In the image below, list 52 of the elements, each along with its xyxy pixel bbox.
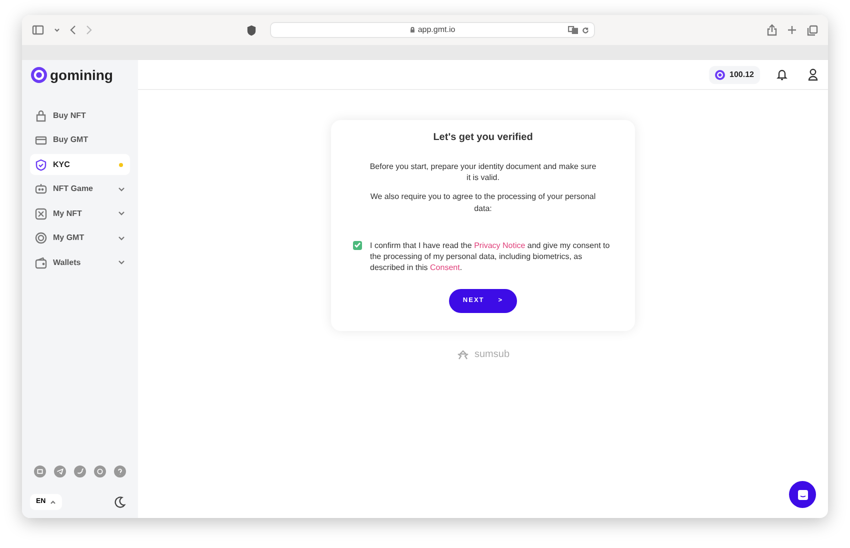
translate-icon[interactable] bbox=[568, 26, 578, 34]
plus-icon[interactable] bbox=[787, 25, 797, 35]
telegram-icon[interactable] bbox=[54, 464, 66, 478]
consent-text: I confirm that I have read the Privacy Notice and give my consent to the processing of my personal data, including biometrics, as described in this Consent. bbox=[370, 240, 611, 274]
lock-icon bbox=[410, 27, 415, 33]
chevron-icon bbox=[118, 236, 125, 240]
url-field[interactable]: app.gmt.io bbox=[270, 22, 595, 38]
chevron-icon bbox=[118, 211, 125, 216]
reload-icon[interactable] bbox=[582, 26, 589, 34]
figure-icon bbox=[456, 350, 470, 360]
bell-icon[interactable] bbox=[776, 68, 788, 81]
share-icon[interactable] bbox=[767, 24, 777, 36]
message-icon[interactable] bbox=[34, 464, 46, 478]
back-icon[interactable] bbox=[70, 25, 76, 35]
consent-checkbox[interactable] bbox=[353, 240, 362, 250]
wallet-icon bbox=[35, 256, 47, 268]
sidebar-item[interactable]: Wallets bbox=[30, 252, 130, 273]
logo-icon bbox=[31, 67, 47, 83]
coin-icon bbox=[35, 232, 47, 244]
balance-chip[interactable]: 100.12 bbox=[708, 66, 760, 84]
user-icon[interactable] bbox=[808, 68, 818, 81]
bag-icon bbox=[35, 110, 47, 122]
alert-dot bbox=[119, 162, 123, 166]
brand-text: sumsub bbox=[474, 348, 510, 362]
card-title: Let's get you verified bbox=[432, 131, 534, 145]
chevron-icon bbox=[118, 260, 125, 265]
coin-icon[interactable] bbox=[94, 464, 106, 478]
tabs-icon[interactable] bbox=[807, 24, 818, 36]
sidebar-item[interactable]: KYC bbox=[30, 154, 130, 175]
sidebar-item[interactable]: My GMT bbox=[30, 228, 130, 248]
consent-link[interactable]: Privacy Notice bbox=[474, 240, 526, 250]
consent-link[interactable]: Consent bbox=[430, 263, 460, 272]
sidebar-item[interactable]: Buy NFT bbox=[30, 105, 130, 126]
chat-button[interactable] bbox=[789, 481, 816, 508]
paragraph: We also require you to agree to the processing of your personal data: bbox=[369, 191, 597, 214]
paragraph: Before you start, prepare your identity document and make sure it is valid. bbox=[368, 161, 598, 184]
shield-icon[interactable] bbox=[247, 24, 256, 36]
help-icon[interactable] bbox=[114, 464, 126, 478]
logo-text: gomining bbox=[50, 66, 113, 85]
sidebar-item[interactable]: My NFT bbox=[30, 203, 130, 224]
chat-icon bbox=[796, 488, 808, 500]
coin-icon bbox=[714, 70, 725, 80]
caret-icon bbox=[50, 500, 56, 504]
moon-icon[interactable] bbox=[114, 496, 126, 508]
sidebar-icon[interactable] bbox=[32, 25, 44, 35]
caret-icon[interactable] bbox=[54, 28, 60, 32]
chevron-icon bbox=[118, 186, 125, 192]
card-icon bbox=[35, 134, 47, 146]
sidebar-item[interactable]: Buy GMT bbox=[30, 130, 130, 150]
shield-check-icon bbox=[35, 158, 47, 170]
robot-icon bbox=[35, 183, 47, 195]
sidebar-item[interactable]: NFT Game bbox=[30, 178, 130, 200]
